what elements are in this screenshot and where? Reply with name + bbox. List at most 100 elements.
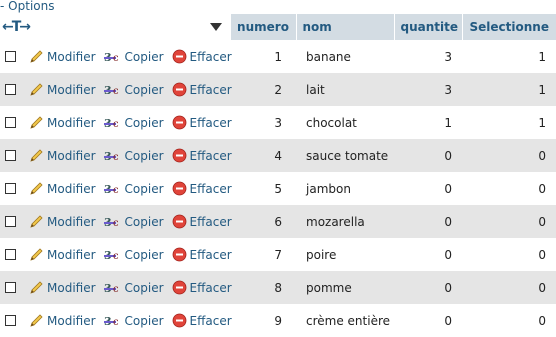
row-actions: Modifier 3c Copier Effacer — [0, 40, 232, 73]
svg-text:c: c — [113, 218, 119, 229]
delete-button[interactable]: Effacer — [172, 181, 232, 196]
copy-label: Copier — [124, 82, 164, 97]
delete-button[interactable]: Effacer — [172, 280, 232, 295]
copy-label: Copier — [124, 49, 164, 64]
delete-label: Effacer — [189, 148, 232, 163]
cell-numero: 2 — [230, 73, 296, 106]
row-actions: Modifier 3c Copier Effacer — [0, 106, 232, 139]
pencil-icon — [30, 215, 43, 228]
copy-button[interactable]: 3c Copier — [103, 82, 164, 97]
row-actions: Modifier 3c Copier Effacer — [0, 271, 232, 304]
cell-nom: lait — [296, 73, 394, 106]
delete-button[interactable]: Effacer — [172, 82, 232, 97]
cell-quantite: 0 — [394, 205, 462, 238]
copy-label: Copier — [124, 280, 164, 295]
row-checkbox[interactable] — [5, 183, 16, 194]
row-actions: Modifier 3c Copier Effacer — [0, 205, 232, 238]
row-checkbox[interactable] — [5, 282, 16, 293]
delete-label: Effacer — [189, 115, 232, 130]
edit-label: Modifier — [47, 148, 96, 163]
cell-numero: 7 — [230, 238, 296, 271]
row-actions: Modifier 3c Copier Effacer — [0, 73, 232, 106]
column-tools-header: ←T→ — [0, 14, 231, 40]
row-checkbox[interactable] — [5, 84, 16, 95]
copy-button[interactable]: 3c Copier — [103, 181, 164, 196]
column-header-nom-label: nom — [302, 20, 332, 34]
cell-selectionne: 1 — [462, 40, 556, 73]
column-header-selectionne[interactable]: Selectionne — [462, 14, 556, 40]
cell-nom: banane — [296, 40, 394, 73]
edit-button[interactable]: Modifier — [29, 247, 96, 262]
svg-text:c: c — [113, 284, 119, 295]
delete-button[interactable]: Effacer — [172, 49, 232, 64]
copy-label: Copier — [124, 115, 164, 130]
sort-dropdown-icon[interactable] — [209, 23, 222, 31]
copy-button[interactable]: 3c Copier — [103, 115, 164, 130]
row-checkbox[interactable] — [5, 51, 16, 62]
cell-selectionne: 1 — [462, 106, 556, 139]
delete-button[interactable]: Effacer — [172, 214, 232, 229]
edit-button[interactable]: Modifier — [29, 49, 96, 64]
options-label: Options — [8, 0, 55, 13]
row-checkbox[interactable] — [5, 117, 16, 128]
copy-button[interactable]: 3c Copier — [103, 148, 164, 163]
row-actions: Modifier 3c Copier Effacer — [0, 238, 232, 271]
copy-icon: 3c — [103, 51, 119, 64]
delete-icon — [172, 115, 186, 130]
column-header-numero[interactable]: numero — [230, 14, 297, 40]
copy-icon: 3c — [103, 84, 119, 97]
cell-numero: 5 — [230, 172, 296, 205]
delete-icon — [172, 247, 186, 262]
copy-icon: 3c — [103, 249, 119, 262]
pencil-icon — [30, 116, 43, 129]
copy-button[interactable]: 3c Copier — [103, 280, 164, 295]
cell-quantite: 0 — [394, 238, 462, 271]
table-row: Modifier 3c Copier Effacer 4 sauce tomate 0… — [0, 139, 556, 172]
delete-label: Effacer — [189, 181, 232, 196]
edit-label: Modifier — [47, 82, 96, 97]
cell-numero: 8 — [230, 271, 296, 304]
edit-button[interactable]: Modifier — [29, 280, 96, 295]
edit-button[interactable]: Modifier — [29, 148, 96, 163]
cell-nom: mozarella — [296, 205, 394, 238]
copy-button[interactable]: 3c Copier — [103, 247, 164, 262]
edit-button[interactable]: Modifier — [29, 82, 96, 97]
column-header-nom[interactable]: nom — [296, 14, 395, 40]
pencil-icon — [30, 149, 43, 162]
column-header-selectionne-label: Selectionne — [469, 20, 549, 34]
cell-selectionne: 0 — [462, 205, 556, 238]
options-link[interactable]: - Options — [0, 0, 54, 13]
cell-numero: 6 — [230, 205, 296, 238]
svg-text:c: c — [113, 119, 119, 130]
cell-quantite: 0 — [394, 271, 462, 304]
row-actions: Modifier 3c Copier Effacer — [0, 139, 232, 172]
edit-label: Modifier — [47, 214, 96, 229]
column-resize-icon[interactable]: ←T→ — [2, 19, 31, 35]
edit-button[interactable]: Modifier — [29, 115, 96, 130]
row-checkbox[interactable] — [5, 216, 16, 227]
cell-nom: poire — [296, 238, 394, 271]
edit-button[interactable]: Modifier — [29, 214, 96, 229]
cell-nom: chocolat — [296, 106, 394, 139]
cell-numero: 1 — [230, 40, 296, 73]
delete-button[interactable]: Effacer — [172, 115, 232, 130]
row-checkbox[interactable] — [5, 150, 16, 161]
delete-icon — [172, 181, 186, 196]
copy-label: Copier — [124, 181, 164, 196]
delete-button[interactable]: Effacer — [172, 148, 232, 163]
column-header-quantite[interactable]: quantite — [394, 14, 463, 40]
delete-button[interactable]: Effacer — [172, 247, 232, 262]
delete-icon — [172, 82, 186, 97]
cell-selectionne: 1 — [462, 73, 556, 106]
svg-text:c: c — [113, 86, 119, 97]
copy-button[interactable]: 3c Copier — [103, 214, 164, 229]
delete-icon — [172, 280, 186, 295]
delete-label: Effacer — [189, 214, 232, 229]
table-row: Modifier 3c Copier Effacer 5 jambon 0 0 — [0, 172, 556, 205]
copy-button[interactable]: 3c Copier — [103, 49, 164, 64]
pencil-icon — [30, 281, 43, 294]
row-checkbox[interactable] — [5, 249, 16, 260]
cell-numero: 4 — [230, 139, 296, 172]
edit-button[interactable]: Modifier — [29, 181, 96, 196]
delete-icon — [172, 49, 186, 64]
